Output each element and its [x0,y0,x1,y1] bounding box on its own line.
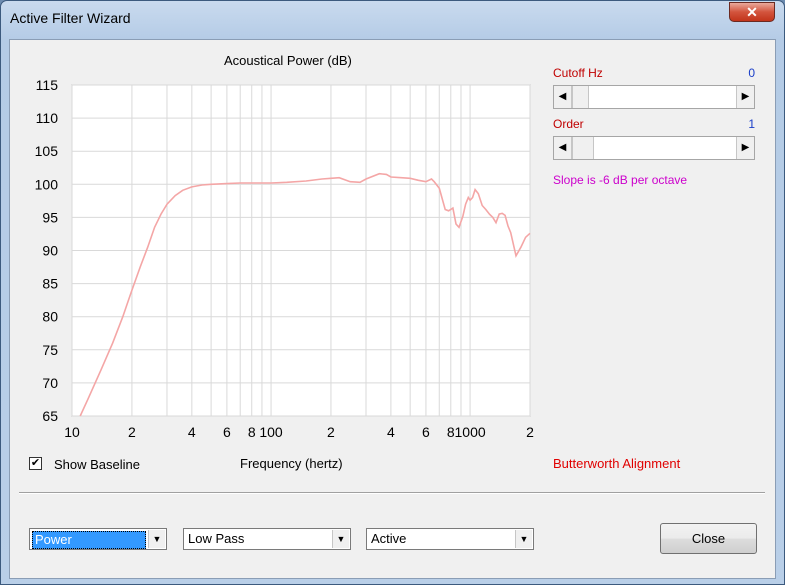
filter-mode-dropdown[interactable]: Active ▼ [366,528,534,550]
cutoff-scroll-thumb[interactable] [572,86,589,108]
x-tick-label: 8 [248,424,256,440]
filter-type-dropdown-value: Low Pass [188,531,245,546]
y-tick-label: 90 [42,243,58,259]
show-baseline-checkbox[interactable]: ✔ [29,457,42,470]
chevron-down-icon[interactable]: ▼ [515,530,532,548]
measure-dropdown-value: Power [32,531,146,549]
x-tick-label: 2 [327,424,335,440]
cutoff-right-arrow-icon[interactable]: ▶ [736,86,754,108]
cutoff-left-arrow-icon[interactable]: ◀ [554,86,572,108]
cutoff-scrollbar[interactable]: ◀ ▶ [553,85,755,109]
y-tick-label: 110 [36,110,59,126]
x-tick-label: 4 [188,424,196,440]
y-tick-label: 70 [42,375,58,391]
y-tick-label: 65 [42,408,58,424]
cutoff-label: Cutoff Hz [553,66,603,80]
y-tick-label: 75 [42,342,58,358]
x-tick-label: 1000 [455,424,486,440]
order-scroll-thumb[interactable] [572,137,594,159]
cutoff-value: 0 [748,66,755,80]
slope-text: Slope is -6 dB per octave [553,173,688,187]
y-tick-label: 80 [42,309,58,325]
y-tick-label: 85 [42,276,58,292]
filter-type-dropdown[interactable]: Low Pass ▼ [183,528,351,550]
order-right-arrow-icon[interactable]: ▶ [736,137,754,159]
chevron-down-icon[interactable]: ▼ [148,530,165,548]
show-baseline-label[interactable]: Show Baseline [54,457,140,472]
x-tick-label: 2 [526,424,534,440]
x-tick-label: 6 [422,424,430,440]
x-tick-label: 6 [223,424,231,440]
order-scrollbar[interactable]: ◀ ▶ [553,136,755,160]
y-tick-label: 115 [36,77,59,93]
x-axis-label: Frequency (hertz) [240,456,343,471]
separator [19,492,765,494]
filter-mode-dropdown-value: Active [371,531,407,546]
y-tick-label: 95 [42,209,58,225]
x-tick-label: 4 [387,424,395,440]
x-tick-label: 10 [64,424,80,440]
x-tick-label: 100 [259,424,283,440]
alignment-label: Butterworth Alignment [553,456,681,471]
y-tick-label: 105 [35,143,59,159]
order-left-arrow-icon[interactable]: ◀ [554,137,572,159]
order-label: Order [553,117,584,131]
close-button[interactable]: Close [660,523,757,554]
measure-dropdown[interactable]: Power ▼ [29,528,167,550]
x-tick-label: 2 [128,424,136,440]
y-tick-label: 100 [35,176,59,192]
chevron-down-icon[interactable]: ▼ [332,530,349,548]
order-value: 1 [748,117,755,131]
